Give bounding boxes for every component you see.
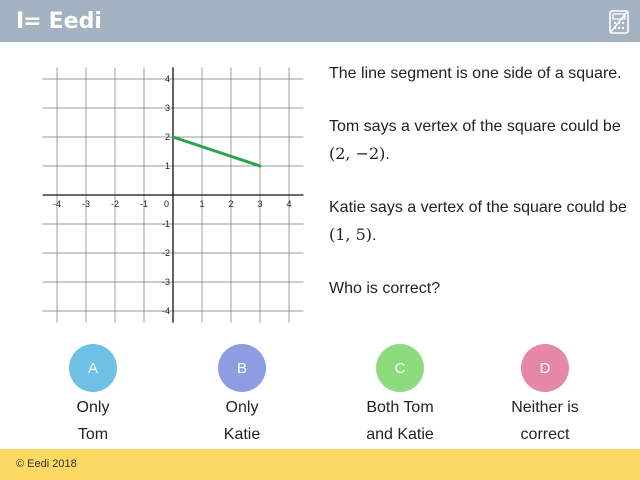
y-tick-label: 1	[165, 161, 170, 171]
question-katie-claim: Katie says a vertex of the square could …	[329, 194, 629, 249]
y-tick-label: -4	[162, 306, 170, 316]
katie-period: .	[372, 227, 377, 244]
x-tick-label: -3	[82, 199, 90, 209]
y-tick-label: 2	[165, 132, 170, 142]
option-d-label: Neither is correct	[485, 394, 605, 448]
x-tick-label: -2	[111, 199, 119, 209]
katie-claim-text: Katie says a vertex of the square could …	[329, 199, 627, 216]
option-c-letter: C	[394, 359, 406, 377]
option-a[interactable]: A Only Tom	[33, 344, 153, 448]
line-segment	[171, 135, 262, 168]
option-d-letter: D	[539, 359, 551, 377]
question-text: The line segment is one side of a square…	[329, 60, 629, 302]
option-d-line-1: Neither is	[511, 399, 579, 416]
brand-name: Eedi	[48, 8, 102, 34]
copyright-text: © Eedi 2018	[16, 458, 77, 470]
origin-label: 0	[164, 199, 169, 209]
question-prompt: Who is correct?	[329, 280, 441, 297]
option-b-line-1: Only	[225, 399, 259, 416]
x-tick-label: -4	[53, 199, 61, 209]
question-tom-claim: Tom says a vertex of the square could be…	[329, 113, 629, 168]
option-b-bubble[interactable]: B	[218, 344, 266, 392]
app-header: I= Eedi	[0, 0, 640, 42]
option-c[interactable]: C Both Tom and Katie	[340, 344, 460, 448]
y-tick-label: -2	[162, 248, 170, 258]
calculator-icon[interactable]	[608, 9, 630, 35]
option-b[interactable]: B Only Katie	[182, 344, 302, 448]
option-a-line-2: Tom	[77, 426, 109, 443]
y-tick-label: -1	[162, 219, 170, 229]
x-tick-label: 3	[257, 199, 262, 209]
app-footer: © Eedi 2018	[0, 449, 640, 480]
coordinate-grid: -4 -3 -2 -1 1 2 3 4 4 3 2 1 -1 -2 -3 -4 0	[42, 67, 304, 323]
tom-point: (2, −2)	[329, 144, 386, 163]
brand-mark: I=	[16, 8, 42, 34]
option-d[interactable]: D Neither is correct	[485, 344, 605, 448]
option-d-bubble[interactable]: D	[521, 344, 569, 392]
option-a-line-1: Only	[76, 399, 110, 416]
option-c-line-2: and Katie	[366, 426, 434, 443]
question-line-1: The line segment is one side of a square…	[329, 65, 622, 82]
x-tick-label: 2	[228, 199, 233, 209]
x-tick-label: -1	[140, 199, 148, 209]
option-a-bubble[interactable]: A	[69, 344, 117, 392]
option-c-bubble[interactable]: C	[376, 344, 424, 392]
option-b-line-2: Katie	[223, 426, 261, 443]
option-b-letter: B	[236, 359, 247, 377]
option-d-line-2: correct	[520, 426, 570, 443]
x-tick-label: 1	[199, 199, 204, 209]
y-tick-label: 3	[165, 103, 170, 113]
tom-claim-text: Tom says a vertex of the square could be	[329, 118, 621, 135]
option-c-line-1: Both Tom	[366, 399, 434, 416]
option-b-label: Only Katie	[182, 394, 302, 448]
y-tick-label: -3	[162, 277, 170, 287]
option-c-label: Both Tom and Katie	[340, 394, 460, 448]
y-tick-label: 4	[165, 74, 170, 84]
brand-logo[interactable]: I= Eedi	[16, 6, 102, 36]
katie-point: (1, 5)	[329, 225, 373, 244]
x-tick-label: 4	[286, 199, 291, 209]
tom-period: .	[385, 146, 390, 163]
option-a-label: Only Tom	[33, 394, 153, 448]
option-a-letter: A	[87, 359, 98, 377]
